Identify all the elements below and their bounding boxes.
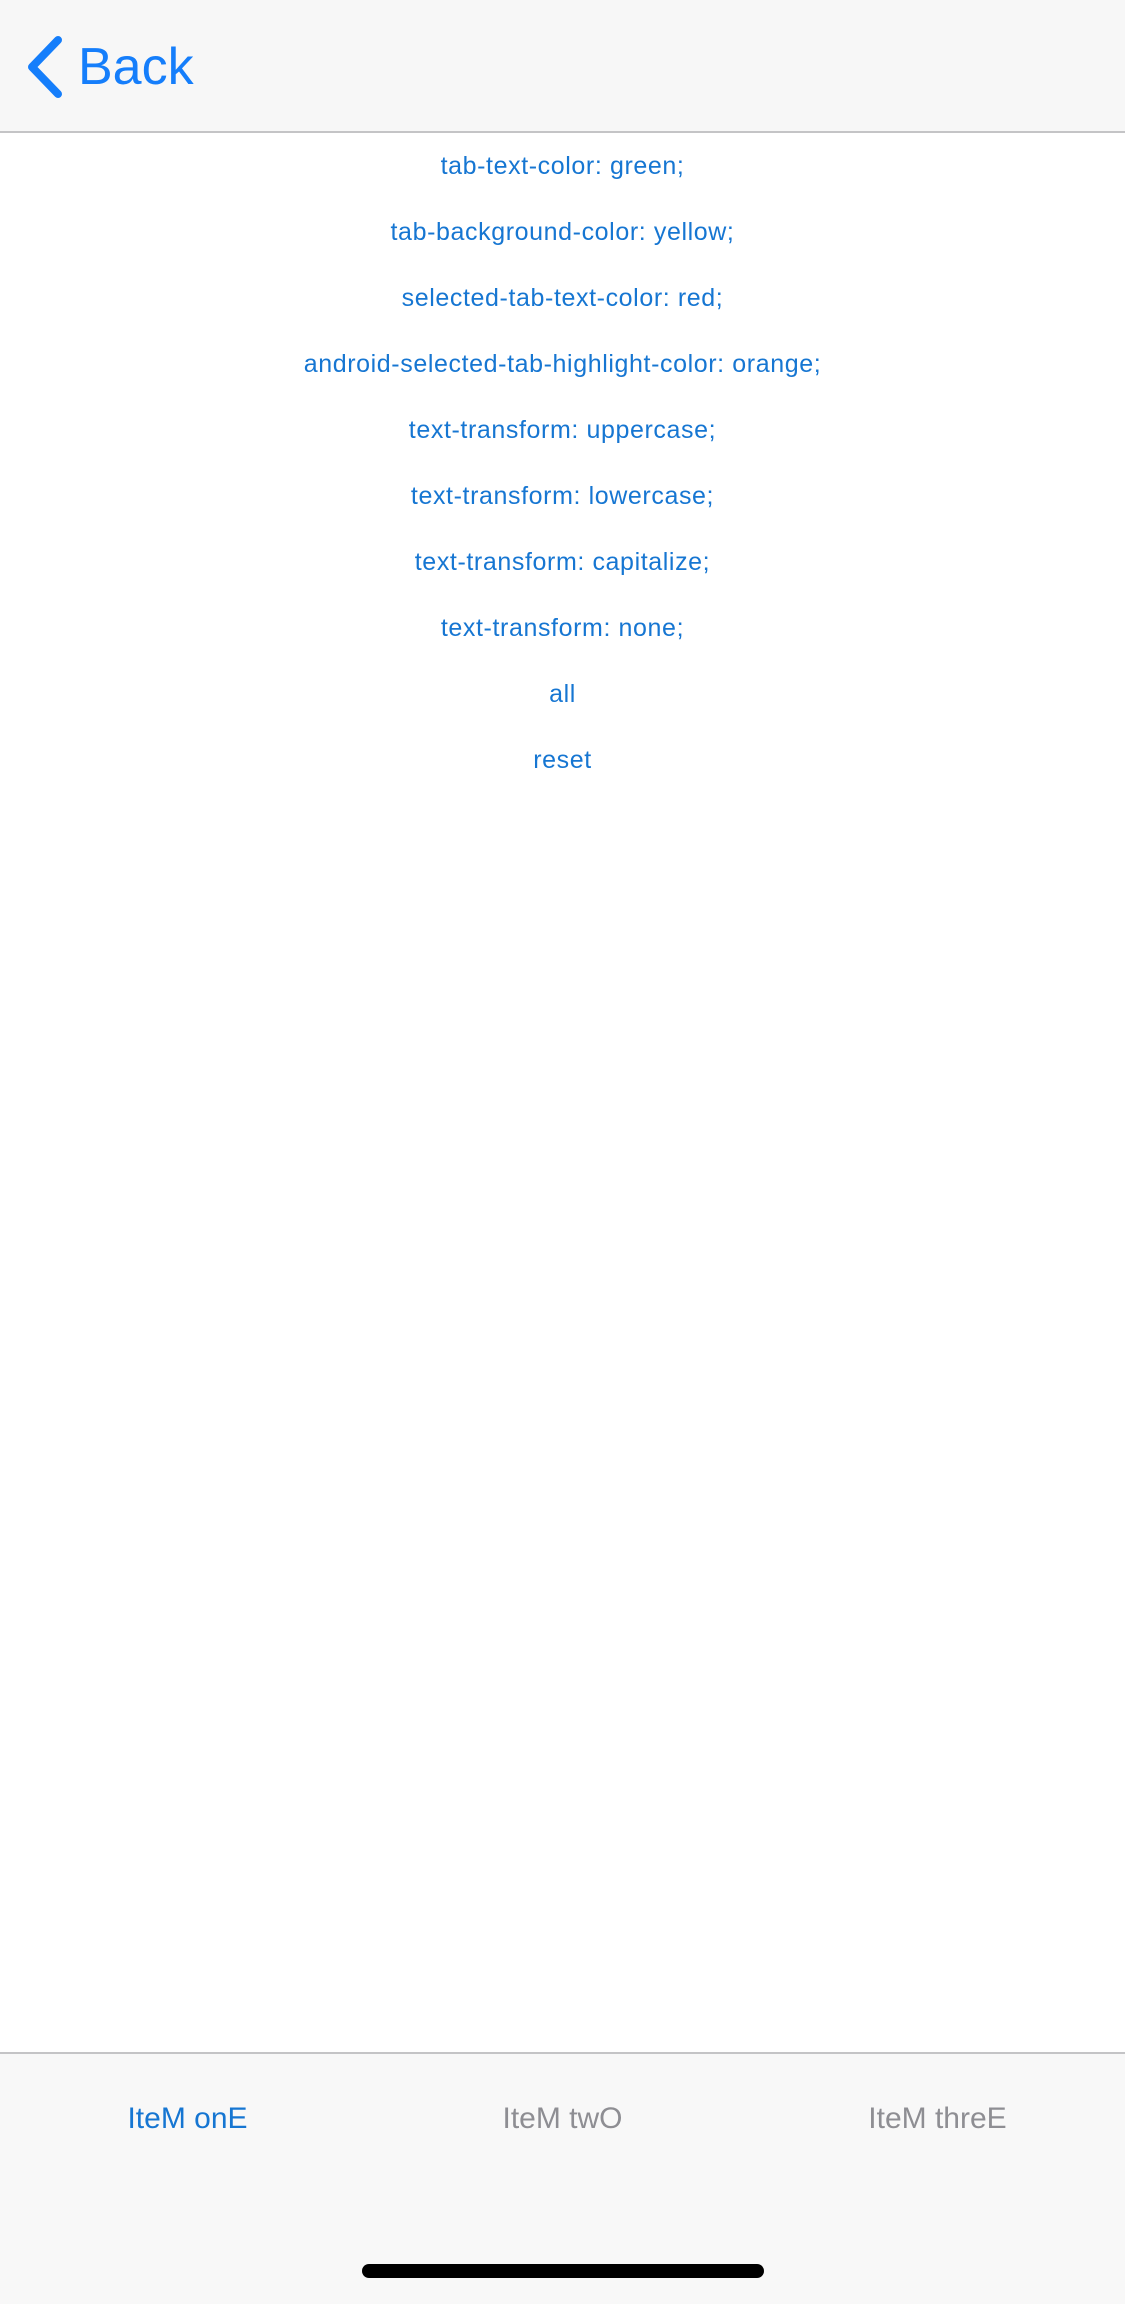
chevron-left-icon bbox=[28, 36, 62, 98]
back-button[interactable]: Back bbox=[24, 34, 194, 100]
text-transform-uppercase-button[interactable]: text-transform: uppercase; bbox=[0, 397, 1125, 463]
tab-text-color-button[interactable]: tab-text-color: green; bbox=[0, 133, 1125, 199]
selected-tab-text-color-button[interactable]: selected-tab-text-color: red; bbox=[0, 265, 1125, 331]
home-indicator[interactable] bbox=[362, 2264, 764, 2278]
tab-bar: IteM onE IteM twO IteM threE bbox=[0, 2052, 1125, 2304]
text-transform-capitalize-button[interactable]: text-transform: capitalize; bbox=[0, 529, 1125, 595]
android-selected-tab-highlight-color-button[interactable]: android-selected-tab-highlight-color: or… bbox=[0, 331, 1125, 397]
back-label: Back bbox=[78, 38, 194, 96]
tab-item-one[interactable]: IteM onE bbox=[0, 2054, 375, 2184]
text-transform-none-button[interactable]: text-transform: none; bbox=[0, 595, 1125, 661]
tab-item-two[interactable]: IteM twO bbox=[375, 2054, 750, 2184]
text-transform-lowercase-button[interactable]: text-transform: lowercase; bbox=[0, 463, 1125, 529]
screen: Back tab-text-color: green; tab-backgrou… bbox=[0, 0, 1125, 2304]
reset-button[interactable]: reset bbox=[0, 727, 1125, 793]
tab-background-color-button[interactable]: tab-background-color: yellow; bbox=[0, 199, 1125, 265]
navigation-bar: Back bbox=[0, 0, 1125, 133]
all-button[interactable]: all bbox=[0, 661, 1125, 727]
tab-item-three[interactable]: IteM threE bbox=[750, 2054, 1125, 2184]
